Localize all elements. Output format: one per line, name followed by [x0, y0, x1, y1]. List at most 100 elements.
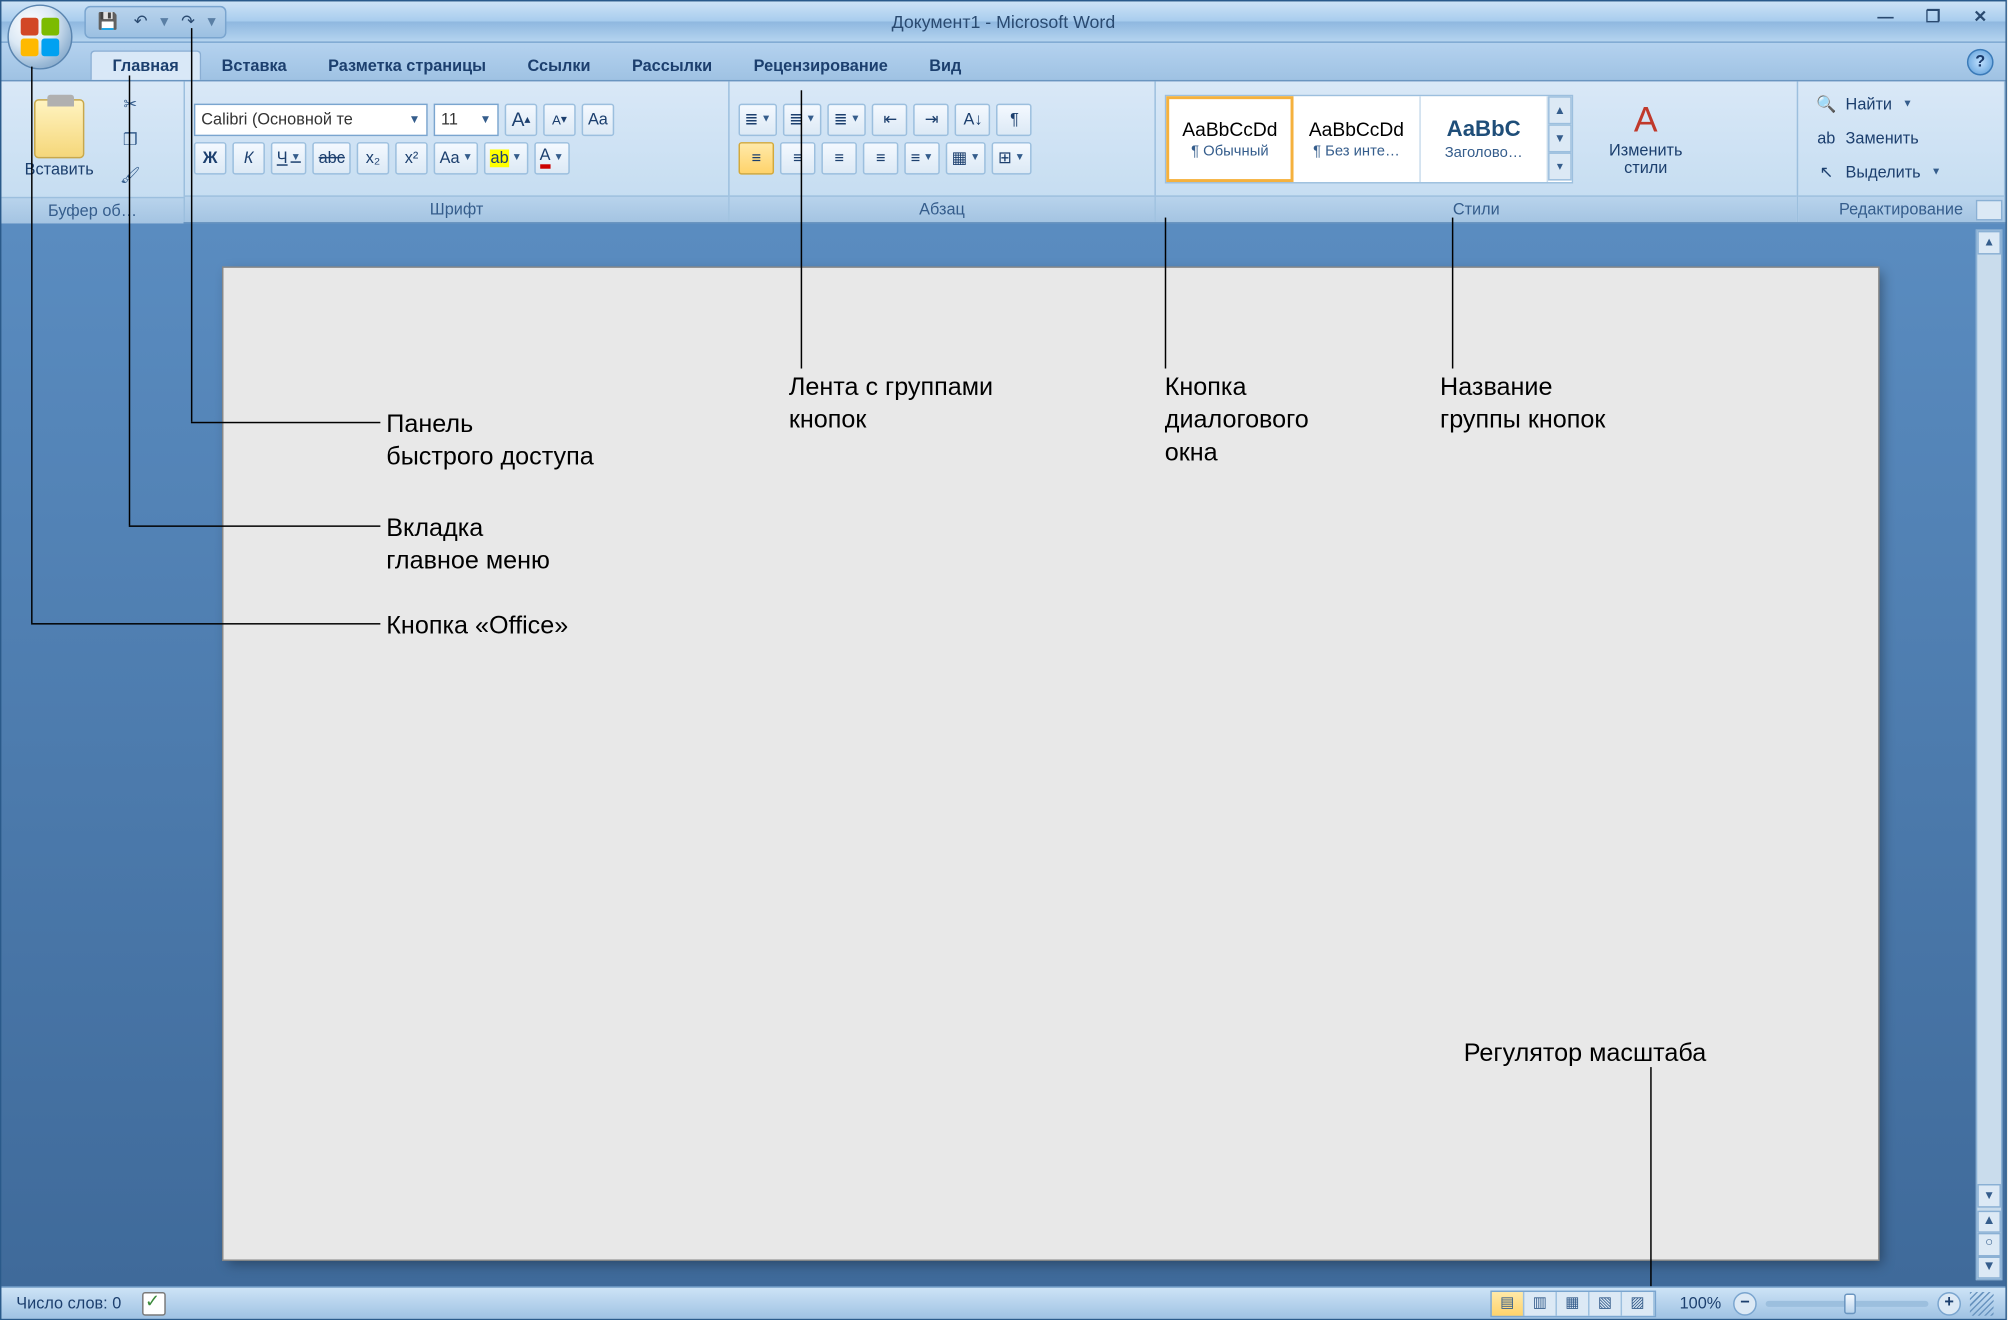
- zoom-slider[interactable]: [1766, 1300, 1929, 1306]
- italic-button[interactable]: К: [232, 141, 265, 174]
- numbering-button[interactable]: ≣▼: [783, 103, 822, 136]
- tab-references[interactable]: Ссылки: [507, 52, 611, 80]
- help-button[interactable]: ?: [1967, 49, 1994, 76]
- subscript-button[interactable]: x₂: [357, 141, 390, 174]
- increase-indent-button[interactable]: ⇥: [914, 103, 950, 136]
- window-controls: — ❐ ✕: [1869, 7, 1996, 31]
- restore-button[interactable]: ❐: [1917, 7, 1950, 31]
- bold-button[interactable]: Ж: [194, 141, 227, 174]
- quick-access-toolbar: 💾 ↶ ▾ ↷ ▾: [84, 5, 226, 38]
- browse-object-button[interactable]: ○: [1977, 1233, 2001, 1256]
- callout-zoom: Регулятор масштаба: [1464, 1037, 1707, 1070]
- tab-insert[interactable]: Вставка: [201, 52, 307, 80]
- borders-button[interactable]: ⊞▼: [992, 141, 1031, 174]
- outline-view[interactable]: ▧: [1589, 1291, 1622, 1315]
- qat-undo-button[interactable]: ↶: [127, 8, 154, 35]
- next-page-button[interactable]: ▼: [1977, 1256, 2001, 1279]
- scroll-down-button[interactable]: ▼: [1977, 1184, 2001, 1208]
- font-size-value: 11: [441, 110, 458, 128]
- strike-button[interactable]: abc: [313, 141, 351, 174]
- replace-icon: ab: [1814, 130, 1838, 148]
- font-color-button[interactable]: A▼: [534, 141, 570, 174]
- web-layout-view[interactable]: ▦: [1557, 1291, 1590, 1315]
- full-screen-view[interactable]: ▥: [1524, 1291, 1557, 1315]
- scroll-up-button[interactable]: ▲: [1977, 231, 2001, 255]
- callout-tab: Вкладка главное меню: [386, 512, 550, 577]
- grow-font-button[interactable]: A▴: [505, 103, 538, 136]
- qat-undo-dropdown[interactable]: ▾: [160, 12, 169, 31]
- group-clipboard-label: Буфер об…: [1, 197, 183, 224]
- decrease-indent-button[interactable]: ⇤: [872, 103, 908, 136]
- paste-button[interactable]: Вставить: [10, 87, 108, 191]
- close-button[interactable]: ✕: [1964, 7, 1997, 31]
- styles-down-button[interactable]: ▼: [1548, 124, 1572, 153]
- line-spacing-button[interactable]: ≡▼: [904, 141, 940, 174]
- tab-home[interactable]: Главная: [90, 50, 201, 80]
- prev-page-button[interactable]: ▲: [1977, 1211, 2001, 1234]
- title-bar: 💾 ↶ ▾ ↷ ▾ Документ1 - Microsoft Word — ❐…: [1, 1, 2005, 42]
- shrink-font-button[interactable]: A▾: [543, 103, 576, 136]
- zoom-value[interactable]: 100%: [1680, 1294, 1722, 1312]
- minimize-button[interactable]: —: [1869, 7, 1902, 31]
- qat-customize-dropdown[interactable]: ▾: [207, 12, 216, 31]
- draft-view[interactable]: ▨: [1622, 1291, 1655, 1315]
- change-styles-button[interactable]: A Изменить стили: [1588, 94, 1703, 183]
- style-normal[interactable]: AaBbCcDd ¶ Обычный: [1166, 95, 1293, 181]
- select-button[interactable]: ↖ Выделить▼: [1807, 158, 1995, 188]
- ribbon: Вставить ✂ ❐ 🖌 Буфер об… Calibri (Основн…: [1, 81, 2005, 223]
- styles-more-button[interactable]: ▾: [1548, 153, 1572, 182]
- style-heading1[interactable]: AaBbC Заголово…: [1421, 95, 1548, 181]
- tab-view[interactable]: Вид: [908, 52, 982, 80]
- style-no-spacing[interactable]: AaBbCcDd ¶ Без инте…: [1294, 95, 1421, 181]
- superscript-button[interactable]: x²: [395, 141, 428, 174]
- group-styles-label: Стили: [1156, 195, 1797, 222]
- document-area: ▲ ▼ ▲ ○ ▼: [1, 223, 2005, 1286]
- group-clipboard: Вставить ✂ ❐ 🖌 Буфер об…: [1, 81, 185, 222]
- shading-button[interactable]: ▦▼: [946, 141, 986, 174]
- change-case-button[interactable]: Aa▼: [434, 141, 479, 174]
- callout-qat: Панель быстрого доступа: [386, 408, 593, 473]
- tab-page-layout[interactable]: Разметка страницы: [307, 52, 506, 80]
- styles-scroll: ▲ ▼ ▾: [1548, 95, 1572, 181]
- tab-review[interactable]: Рецензирование: [733, 52, 909, 80]
- binoculars-icon: 🔍: [1814, 95, 1838, 114]
- replace-button[interactable]: ab Заменить: [1807, 124, 1995, 154]
- chevron-down-icon: ▼: [480, 112, 492, 125]
- vertical-scrollbar[interactable]: ▲ ▼ ▲ ○ ▼: [1976, 229, 2003, 1280]
- office-logo-icon: [21, 18, 59, 56]
- word-count[interactable]: Число слов: 0: [16, 1294, 121, 1312]
- print-layout-view[interactable]: ▤: [1492, 1291, 1525, 1315]
- align-justify-button[interactable]: ≡: [863, 141, 899, 174]
- find-button[interactable]: 🔍 Найти▼: [1807, 90, 1995, 120]
- zoom-in-button[interactable]: +: [1937, 1291, 1961, 1315]
- resize-grip[interactable]: [1970, 1291, 1994, 1315]
- callout-office: Кнопка «Office»: [386, 610, 568, 643]
- ruler-toggle-button[interactable]: [1976, 200, 2003, 221]
- multilevel-button[interactable]: ≣▼: [828, 103, 867, 136]
- zoom-thumb[interactable]: [1844, 1293, 1856, 1314]
- zoom-out-button[interactable]: −: [1733, 1291, 1757, 1315]
- underline-button[interactable]: Ч▼: [271, 141, 307, 174]
- change-styles-icon: A: [1634, 100, 1658, 141]
- font-size-combo[interactable]: 11 ▼: [434, 103, 499, 136]
- qat-redo-button[interactable]: ↷: [175, 8, 202, 35]
- spellcheck-icon[interactable]: [142, 1291, 166, 1315]
- styles-up-button[interactable]: ▲: [1548, 95, 1572, 124]
- bullets-button[interactable]: ≣▼: [739, 103, 778, 136]
- align-center-button[interactable]: ≡: [780, 141, 816, 174]
- align-right-button[interactable]: ≡: [821, 141, 857, 174]
- align-left-button[interactable]: ≡: [739, 141, 775, 174]
- styles-gallery: AaBbCcDd ¶ Обычный AaBbCcDd ¶ Без инте… …: [1165, 94, 1573, 183]
- office-button[interactable]: [7, 4, 72, 69]
- cursor-icon: ↖: [1814, 163, 1838, 182]
- tab-mailings[interactable]: Рассылки: [611, 52, 733, 80]
- status-bar: Число слов: 0 ▤ ▥ ▦ ▧ ▨ 100% − +: [1, 1286, 2005, 1319]
- sort-button[interactable]: A↓: [955, 103, 991, 136]
- font-name-combo[interactable]: Calibri (Основной те ▼: [194, 103, 428, 136]
- callout-launcher: Кнопка диалогового окна: [1165, 371, 1309, 469]
- qat-save-button[interactable]: 💾: [95, 8, 122, 35]
- highlight-button[interactable]: ab▼: [485, 141, 528, 174]
- callout-groupname: Название группы кнопок: [1440, 371, 1605, 436]
- clear-format-button[interactable]: Aa: [582, 103, 615, 136]
- show-marks-button[interactable]: ¶: [997, 103, 1033, 136]
